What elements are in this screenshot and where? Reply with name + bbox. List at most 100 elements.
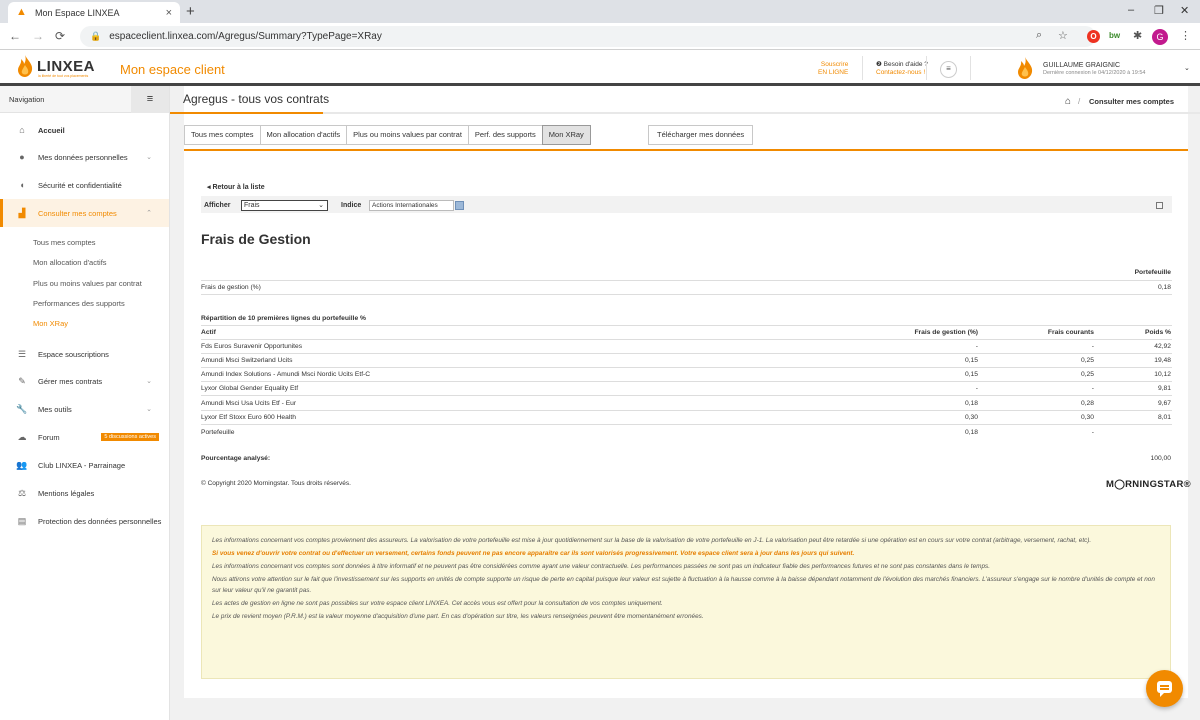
back-to-list-link[interactable]: ◂ Retour à la liste <box>207 183 265 191</box>
col-current-fees-header: Frais courants <box>1047 329 1094 336</box>
subscribe-line1: Souscrire <box>820 61 849 68</box>
breadcrumb-home-icon[interactable]: ⌂ <box>1065 96 1071 107</box>
show-select[interactable]: Frais ⌄ <box>241 200 328 211</box>
header-divider <box>862 56 863 80</box>
row-weight: 10,12 <box>1154 371 1171 378</box>
xray-section-title: Frais de Gestion <box>201 231 311 247</box>
info-paragraph: Les informations concernant vos comptes … <box>212 563 990 570</box>
extension-bw-icon[interactable]: bw <box>1109 31 1120 40</box>
mgmt-fees-label: Frais de gestion (%) <box>201 284 261 291</box>
information-notice: Les informations concernant vos comptes … <box>201 525 1171 679</box>
back-arrow-icon[interactable]: ← <box>9 29 21 43</box>
index-picker-icon[interactable] <box>455 201 464 210</box>
row-current-fee: - <box>1091 343 1094 350</box>
linxea-flame-logo-icon[interactable] <box>17 55 33 77</box>
chat-button[interactable] <box>1146 670 1183 707</box>
header-divider <box>926 56 927 80</box>
sidebar-toggle-hamburger-icon[interactable]: ≡ <box>131 85 169 113</box>
sidebar-item-manage-contracts[interactable]: ✎ Gérer mes contrats ⌄ <box>0 367 169 395</box>
sidebar-item-security[interactable]: ◖ Sécurité et confidentialité <box>0 171 169 199</box>
user-icon: ● <box>19 152 25 162</box>
breakdown-title: Répartition de 10 premières lignes du po… <box>201 315 366 322</box>
table-divider <box>201 353 1172 354</box>
tab-gains-losses[interactable]: Plus ou moins values par contrat <box>346 125 468 145</box>
row-current-fee: 0,28 <box>1080 400 1094 407</box>
row-current-fee: 0,30 <box>1080 414 1094 421</box>
reload-icon[interactable]: ⟳ <box>55 29 65 43</box>
col-mgmt-fees-header: Frais de gestion (%) <box>914 329 978 336</box>
sidebar-item-label: Espace souscriptions <box>38 349 109 359</box>
browser-menu-icon[interactable]: ⋮ <box>1180 29 1191 42</box>
sidebar-item-label: Club LINXEA - Parrainage <box>38 460 126 470</box>
browser-tab[interactable]: ▲ Mon Espace LINXEA × <box>8 2 180 23</box>
edit-icon: ✎ <box>18 375 26 386</box>
sidebar-header: Navigation ≡ <box>0 85 169 113</box>
address-bar[interactable]: 🔒 espaceclient.linxea.com/Agregus/Summar… <box>80 26 1096 47</box>
row-mgmt-fee: 0,18 <box>964 400 978 407</box>
forward-arrow-icon[interactable]: → <box>32 29 44 43</box>
user-name[interactable]: GUILLAUME GRAIGNIC <box>1043 62 1120 69</box>
subscribe-online-link[interactable]: Souscrire EN LIGNE <box>818 61 848 77</box>
user-menu-chevron-icon[interactable]: ⌄ <box>1184 64 1190 72</box>
site-title: Mon espace client <box>120 62 225 77</box>
tab-all-accounts[interactable]: Tous mes comptes <box>184 125 260 145</box>
table-divider <box>201 294 1172 295</box>
sidebar-item-subscriptions[interactable]: ☰ Espace souscriptions <box>0 340 169 368</box>
sidebar-sub-all-accounts[interactable]: Tous mes comptes <box>33 238 96 247</box>
browser-toolbar: ← → ⟳ 🔒 espaceclient.linxea.com/Agregus/… <box>0 23 1200 50</box>
row-current-fee: - <box>1091 429 1094 436</box>
row-mgmt-fee: - <box>975 385 978 392</box>
maximize-window-button[interactable]: ❐ <box>1154 4 1164 17</box>
sidebar-item-privacy[interactable]: ▤ Protection des données personnelles <box>0 507 169 535</box>
sidebar-item-forum[interactable]: ☁ Forum 5 discussions actives <box>0 423 169 451</box>
heading-underline-accent <box>170 112 323 114</box>
sidebar-sub-allocation[interactable]: Mon allocation d'actifs <box>33 258 107 267</box>
bookmark-star-icon[interactable]: ☆ <box>1058 29 1068 42</box>
site-header: LINXEA la liberté de tout vos placements… <box>0 50 1200 86</box>
info-paragraph: Nous attirons votre attention sur le fai… <box>212 576 1155 594</box>
close-tab-icon[interactable]: × <box>166 7 172 19</box>
tab-allocation[interactable]: Mon allocation d'actifs <box>259 125 347 145</box>
chevron-down-icon: ⌄ <box>146 406 152 413</box>
sidebar-item-accueil[interactable]: ⌂ Accueil <box>0 116 169 144</box>
tab-xray[interactable]: Mon XRay <box>541 125 591 145</box>
header-menu-button[interactable]: ≡ <box>940 61 957 78</box>
extensions-puzzle-icon[interactable]: ✱ <box>1133 29 1142 42</box>
sidebar-item-accounts[interactable]: ▟ Consulter mes comptes ⌃ <box>0 199 169 227</box>
address-url: espaceclient.linxea.com/Agregus/Summary?… <box>109 31 382 42</box>
sidebar-item-label: Forum <box>38 432 60 442</box>
download-data-button[interactable]: Télécharger mes données <box>648 125 754 145</box>
linxea-logo-text[interactable]: LINXEA <box>37 58 95 75</box>
row-mgmt-fee: 0,30 <box>964 414 978 421</box>
calendar-icon[interactable] <box>1156 202 1163 209</box>
sidebar-item-label: Protection des données personnelles <box>38 516 162 526</box>
index-field[interactable]: Actions Internationales <box>369 200 454 211</box>
minimize-window-button[interactable]: – <box>1128 4 1134 16</box>
extension-red-icon[interactable]: O <box>1087 30 1100 43</box>
morningstar-copyright: © Copyright 2020 Morningstar. Tous droit… <box>201 480 351 487</box>
zoom-icon[interactable]: ⌕ <box>1036 29 1042 42</box>
header-divider <box>970 56 971 80</box>
sidebar-item-legal[interactable]: ⚖ Mentions légales <box>0 479 169 507</box>
profile-avatar[interactable]: G <box>1152 29 1168 45</box>
sidebar-sub-performances[interactable]: Performances des supports <box>33 299 125 308</box>
help-contact-link[interactable]: ❷ Besoin d'aide ? Contactez-nous ! <box>876 61 928 77</box>
sidebar-item-label: Consulter mes comptes <box>38 208 117 218</box>
breadcrumb-current: Consulter mes comptes <box>1089 97 1175 106</box>
sidebar-sub-gains-losses[interactable]: Plus ou moins values par contrat <box>33 279 142 288</box>
sidebar-sub-xray[interactable]: Mon XRay <box>33 319 68 328</box>
tab-performance[interactable]: Perf. des supports <box>467 125 542 145</box>
sidebar-item-referral[interactable]: 👥 Club LINXEA - Parrainage <box>0 451 169 479</box>
sidebar-item-personal-data[interactable]: ● Mes données personnelles ⌄ <box>0 143 169 171</box>
sidebar-item-tools[interactable]: 🔧 Mes outils ⌄ <box>0 395 169 423</box>
row-weight: 19,48 <box>1154 357 1171 364</box>
row-mgmt-fee: - <box>975 343 978 350</box>
chevron-down-icon: ⌄ <box>146 154 152 161</box>
show-select-value: Frais <box>244 202 260 209</box>
close-window-button[interactable]: ✕ <box>1180 4 1189 17</box>
row-asset: Amundi Index Solutions - Amundi Msci Nor… <box>201 371 371 378</box>
chevron-down-icon: ⌄ <box>146 378 152 385</box>
new-tab-button[interactable]: + <box>186 3 195 20</box>
row-asset: Fds Euros Suravenir Opportunites <box>201 343 303 350</box>
balance-scale-icon: ⚖ <box>17 487 27 498</box>
